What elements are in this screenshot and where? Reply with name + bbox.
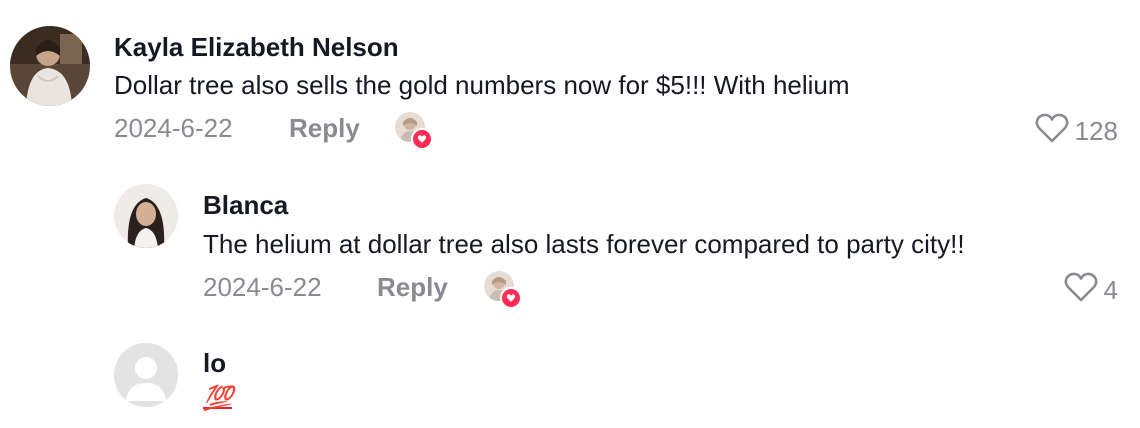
heart-outline-icon[interactable] <box>1035 113 1069 148</box>
comment-username[interactable]: Kayla Elizabeth Nelson <box>114 32 399 62</box>
creator-liked-heart-icon <box>411 128 433 150</box>
avatar[interactable] <box>10 26 90 106</box>
reply-comment-item: Blanca The helium at dollar tree also la… <box>0 160 1140 320</box>
like-count: 4 <box>1103 274 1118 305</box>
default-avatar-icon[interactable] <box>114 343 178 407</box>
reply-button[interactable]: Reply <box>289 113 360 143</box>
comment-item: Kayla Elizabeth Nelson Dollar tree also … <box>0 0 1140 160</box>
comment-username[interactable]: Blanca <box>203 190 288 220</box>
comment-date: 2024-6-22 <box>114 113 233 143</box>
like-button[interactable]: 128 <box>1035 113 1118 148</box>
like-button[interactable]: 4 <box>1064 272 1118 307</box>
creator-liked-indicator <box>484 271 522 309</box>
creator-liked-indicator <box>395 112 433 150</box>
creator-liked-heart-icon <box>500 287 522 309</box>
comment-date: 2024-6-22 <box>203 272 322 302</box>
comment-text: The helium at dollar tree also lasts for… <box>203 229 965 259</box>
reply-comment-item: lo 💯 <box>0 320 1140 428</box>
comment-text: Dollar tree also sells the gold numbers … <box>114 70 850 100</box>
reply-button[interactable]: Reply <box>377 272 448 302</box>
comment-text: 💯 <box>203 385 233 412</box>
comment-username[interactable]: lo <box>203 348 226 378</box>
like-count: 128 <box>1074 115 1118 146</box>
heart-outline-icon[interactable] <box>1064 272 1098 307</box>
avatar[interactable] <box>114 184 178 248</box>
